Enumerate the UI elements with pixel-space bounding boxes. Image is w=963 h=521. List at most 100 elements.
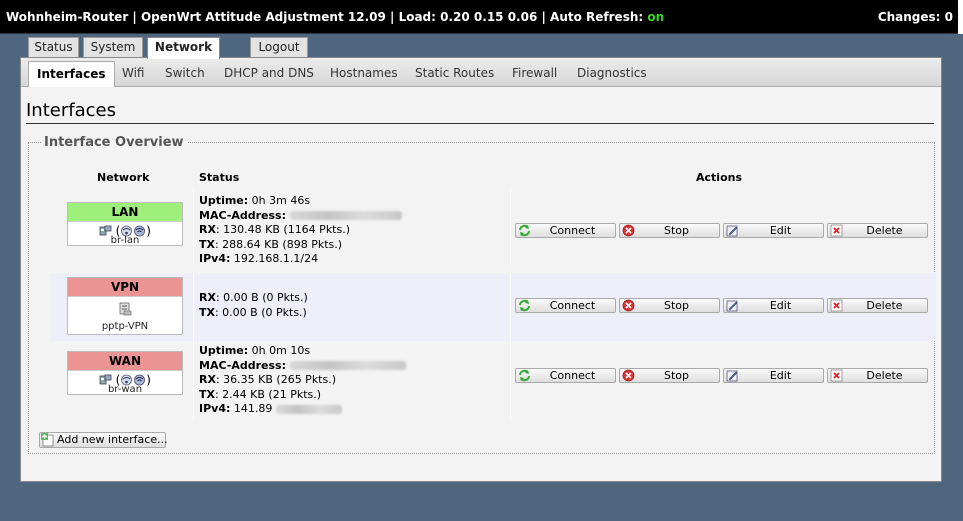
header-bar: Wohnheim-Router | OpenWrt Attitude Adjus… <box>0 0 963 34</box>
tx-value: : 288.64 KB (898 Pkts.) <box>214 237 343 251</box>
network-box-wan: WAN () br-wan <box>67 351 183 395</box>
subtab-hostnames[interactable]: Hostnames <box>330 66 398 80</box>
edit-button[interactable]: Edit <box>723 223 824 238</box>
tab-status[interactable]: Status <box>28 37 79 57</box>
subtab-wifi[interactable]: Wifi <box>122 66 145 80</box>
ipv4-label: IPv4: <box>199 402 231 415</box>
ipv4-redacted <box>275 404 342 414</box>
tab-system[interactable]: System <box>83 37 143 57</box>
ipv4-value: 141.89 <box>233 402 273 415</box>
column-divider <box>193 189 194 264</box>
add-icon <box>41 433 55 451</box>
device-icons-vpn <box>68 302 182 316</box>
delete-button[interactable]: Delete <box>827 368 928 383</box>
uptime-value: 0h 0m 10s <box>251 344 311 357</box>
column-divider <box>193 273 194 341</box>
tab-network[interactable]: Network <box>147 37 220 59</box>
rx-label: RX <box>199 223 216 236</box>
stop-label: Stop <box>663 369 689 382</box>
subtab-diagnostics[interactable]: Diagnostics <box>577 66 647 80</box>
network-name-wan[interactable]: WAN <box>68 352 182 371</box>
status-wan: Uptime: 0h 0m 10s MAC-Address: RX: 36.35… <box>199 344 406 417</box>
connect-label: Connect <box>549 299 596 312</box>
column-header-actions: Actions <box>696 171 742 184</box>
edit-label: Edit <box>769 299 792 312</box>
edit-icon <box>726 369 739 385</box>
rx-value: : 36.35 KB (265 Pkts.) <box>215 373 337 386</box>
interface-row-lan: LAN () br-lan Uptime: 0h 3m 46s MAC-Addr… <box>29 189 936 267</box>
mac-label: MAC-Address: <box>199 358 286 372</box>
subtab-switch[interactable]: Switch <box>165 66 205 80</box>
ipv4-value: 192.168.1.1/24 <box>233 252 319 265</box>
subtab-static-routes[interactable]: Static Routes <box>415 66 494 80</box>
mac-value-redacted <box>289 211 402 220</box>
column-divider <box>510 273 511 341</box>
add-interface-label: Add new interface... <box>57 433 168 446</box>
edit-button[interactable]: Edit <box>723 298 824 313</box>
connect-label: Connect <box>549 369 596 382</box>
mac-value-redacted <box>289 361 406 370</box>
device-name-wan: br-wan <box>107 384 143 395</box>
subtab-interfaces[interactable]: Interfaces <box>28 61 115 87</box>
rx-value: : 0.00 B (0 Pkts.) <box>215 291 308 304</box>
delete-icon <box>830 369 843 385</box>
rx-value: : 130.48 KB (1164 Pkts.) <box>215 223 351 236</box>
tx-label: TX <box>199 387 215 401</box>
ipv4-label: IPv4: <box>199 252 231 265</box>
tunnel-icon <box>118 302 132 316</box>
interface-row-vpn: VPN pptp-VPN RX: 0.00 B (0 Pkts.) TX: 0.… <box>51 273 936 341</box>
interface-overview-section: Interface Overview Network Status Action… <box>28 135 936 454</box>
stop-icon <box>622 299 635 315</box>
network-name-vpn[interactable]: VPN <box>68 278 182 297</box>
stop-button[interactable]: Stop <box>619 298 720 313</box>
stop-label: Stop <box>663 224 689 237</box>
uptime-value: 0h 3m 46s <box>251 194 311 207</box>
connect-label: Connect <box>549 224 596 237</box>
reload-icon <box>518 369 531 385</box>
stop-button[interactable]: Stop <box>619 368 720 383</box>
device-name-vpn: pptp-VPN <box>101 321 149 332</box>
uptime-label: Uptime: <box>199 344 249 357</box>
section-legend: Interface Overview <box>41 135 187 150</box>
delete-icon <box>830 299 843 315</box>
subtab-firewall[interactable]: Firewall <box>512 66 557 80</box>
main-panel: Interfaces Wifi Switch DHCP and DNS Host… <box>20 57 942 482</box>
network-name-lan[interactable]: LAN <box>68 203 182 222</box>
edit-label: Edit <box>769 224 792 237</box>
stop-label: Stop <box>663 299 689 312</box>
page-content: Interfaces Interface Overview Network St… <box>21 87 941 481</box>
stop-button[interactable]: Stop <box>619 223 720 238</box>
rx-label: RX <box>199 291 216 304</box>
device-name-lan: br-lan <box>110 235 140 246</box>
reload-icon <box>518 299 531 315</box>
rx-label: RX <box>199 373 216 386</box>
status-lan: Uptime: 0h 3m 46s MAC-Address: RX: 130.4… <box>199 194 402 267</box>
connect-button[interactable]: Connect <box>515 368 616 383</box>
connect-button[interactable]: Connect <box>515 298 616 313</box>
mac-label: MAC-Address: <box>199 208 286 222</box>
window-edge <box>958 0 963 34</box>
status-vpn: RX: 0.00 B (0 Pkts.) TX: 0.00 B (0 Pkts.… <box>199 291 308 320</box>
tab-logout[interactable]: Logout <box>250 37 308 57</box>
header-status-text: Wohnheim-Router | OpenWrt Attitude Adjus… <box>6 10 648 24</box>
column-header-network: Network <box>97 171 150 184</box>
delete-button[interactable]: Delete <box>827 298 928 313</box>
stop-icon <box>622 224 635 240</box>
reload-icon <box>518 224 531 240</box>
changes-counter[interactable]: Changes: 0 <box>878 10 953 24</box>
interface-row-wan: WAN () br-wan Uptime: 0h 0m 10s MAC-Addr… <box>29 341 936 419</box>
subtab-dhcp-dns[interactable]: DHCP and DNS <box>224 66 314 80</box>
page-title: Interfaces <box>26 100 116 121</box>
edit-label: Edit <box>769 369 792 382</box>
edit-button[interactable]: Edit <box>723 368 824 383</box>
column-divider <box>510 189 511 264</box>
delete-label: Delete <box>866 299 903 312</box>
add-interface-button[interactable]: Add new interface... <box>39 432 168 451</box>
sub-tabs: Interfaces Wifi Switch DHCP and DNS Host… <box>21 58 941 87</box>
delete-button[interactable]: Delete <box>827 223 928 238</box>
connect-button[interactable]: Connect <box>515 223 616 238</box>
header-status: Wohnheim-Router | OpenWrt Attitude Adjus… <box>6 10 664 24</box>
uptime-label: Uptime: <box>199 194 249 207</box>
auto-refresh-toggle[interactable]: on <box>647 10 664 24</box>
stop-icon <box>622 369 635 385</box>
